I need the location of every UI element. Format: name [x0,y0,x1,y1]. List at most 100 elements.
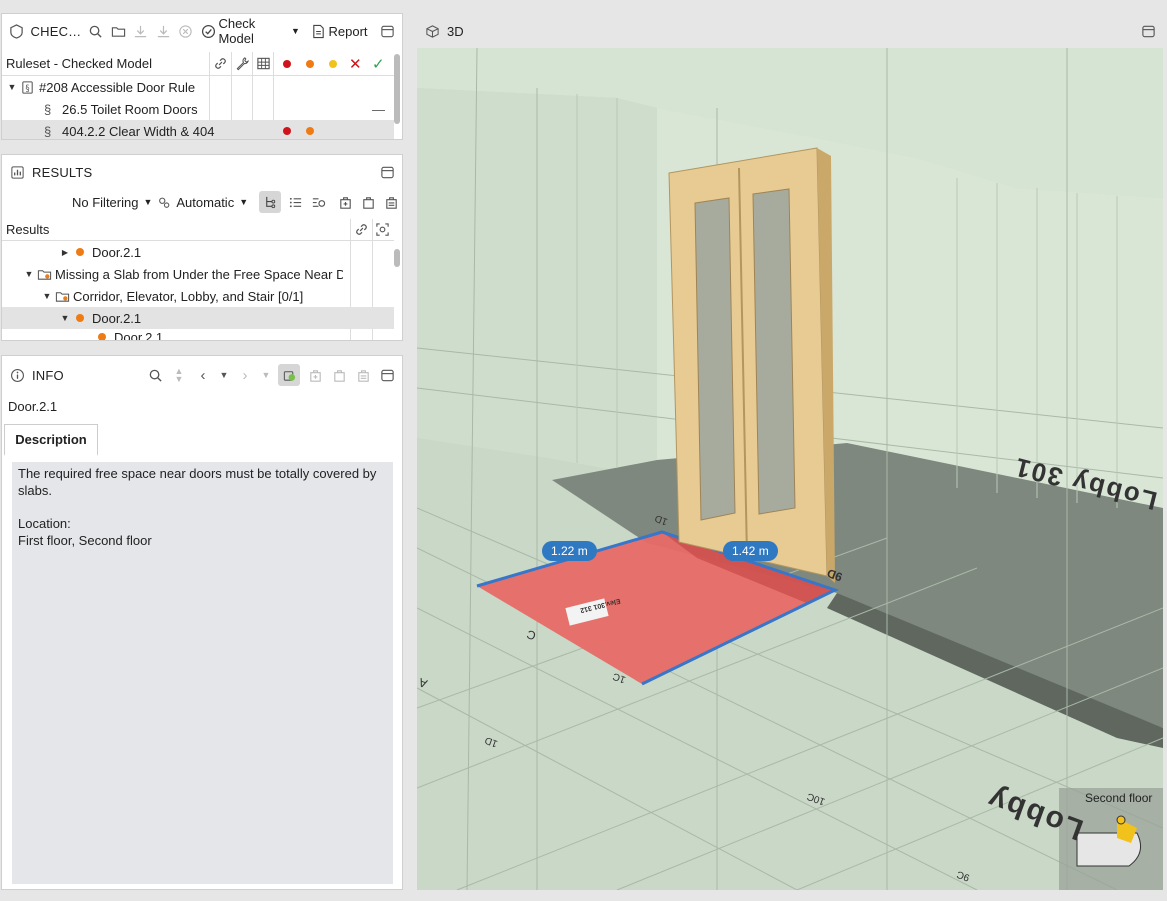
wrench-icon[interactable] [233,55,251,73]
link-icon[interactable] [352,221,370,239]
checker-title: CHEC… [30,23,82,39]
measurement-label: 1.42 m [723,541,778,561]
list-view-icon[interactable] [286,193,304,211]
rule-row[interactable]: ▼ § #208 Accessible Door Rule [2,76,394,98]
checker-panel: CHEC… Check Model ▼ Report Ruleset - Che… [1,13,403,140]
dropdown-icon[interactable]: ▼ [260,366,272,384]
measurement-label: 1.22 m [542,541,597,561]
rule-label: #208 Accessible Door Rule [39,79,196,95]
panel-maximize-icon[interactable] [380,22,397,40]
collapse-arrow-icon[interactable]: ▼ [5,82,19,92]
tab-description[interactable]: Description [4,424,98,456]
expand-arrow-icon[interactable]: ▶ [58,248,72,257]
report-button[interactable]: Report [328,24,367,39]
collapse-arrow-icon[interactable]: ▼ [58,313,72,323]
add-issue-icon[interactable] [306,366,324,384]
table-icon[interactable] [254,55,272,73]
checker-scrollbar[interactable] [394,54,400,124]
info-panel: INFO ▲ ▼ ‹ ▼ › ▼ Door.2.1 Description The… [1,355,403,890]
collapse-arrow-icon[interactable]: ▼ [22,269,36,279]
legend-pass-icon: ✓ [372,55,385,73]
status-orange-dot [98,333,106,340]
search-icon[interactable] [146,366,164,384]
clear-icon[interactable] [177,22,194,40]
result-label: Door.2.1 [92,310,142,326]
minimap-floor-label[interactable]: Second floor [1085,791,1152,805]
results-title: RESULTS [32,164,93,180]
result-row-selected[interactable]: ▼ Door.2.1 [2,307,394,329]
legend-yellow-dot [329,59,337,68]
tree-view-icon[interactable] [259,191,282,213]
description-box: The required free space near doors must … [12,462,393,884]
checker-header: CHEC… Check Model ▼ Report [2,14,402,48]
ruleset-header: Ruleset - Checked Model [6,56,152,71]
result-row[interactable]: ▼ Corridor, Elevator, Lobby, and Stair [… [2,285,394,307]
download-icon[interactable] [132,22,149,40]
status-orange-dot [76,314,84,322]
check-model-dropdown-icon[interactable]: ▼ [291,26,300,36]
result-row[interactable]: ▶ Door.2.1 [2,241,394,263]
filter-dropdown-icon[interactable]: ▼ [143,197,152,207]
issue-folder-icon [54,287,70,305]
location-label: Location: [18,516,71,531]
check-model-icon[interactable] [200,22,217,40]
status-orange-dot [76,248,84,256]
result-row[interactable]: Door.2.1 [2,329,394,340]
results-panel: RESULTS No Filtering ▼ Automatic ▼ Resul… [1,154,403,341]
issue-icon[interactable] [330,366,348,384]
mode-dropdown-icon[interactable]: ▼ [239,197,248,207]
result-label: Missing a Slab from Under the Free Space… [55,266,343,282]
mode-dropdown[interactable]: Automatic [176,195,234,210]
import-icon[interactable] [155,22,172,40]
section-icon: § [44,101,52,117]
issue-icon[interactable] [359,193,377,211]
result-row[interactable]: ▼ Missing a Slab from Under the Free Spa… [2,263,394,285]
svg-text:§: § [25,82,29,92]
collapse-arrow-icon[interactable]: ▼ [40,291,54,301]
result-label: Corridor, Elevator, Lobby, and Stair [0/… [73,288,304,304]
dropdown-icon[interactable]: ▼ [218,366,230,384]
legend-red-dot [283,59,291,68]
add-issue-icon[interactable] [336,193,354,211]
3d-viewport[interactable]: 1.22 m 1.42 m Lobby 301 Lobby Elev.301 3… [417,48,1163,890]
focus-icon[interactable] [373,221,391,239]
filter-dropdown[interactable]: No Filtering [72,195,138,210]
issue-list-icon[interactable] [354,366,372,384]
auto-icon [157,193,171,211]
location-value: First floor, Second floor [18,533,152,548]
folder-icon[interactable] [110,22,127,40]
report-icon[interactable] [310,22,327,40]
viewport-header: 3D [417,14,1163,48]
result-label: Door.2.1 [92,244,142,260]
results-header: RESULTS [2,155,402,189]
rule-mark: — [372,101,385,117]
panel-maximize-icon[interactable] [1139,22,1157,40]
results-icon [8,163,26,181]
check-model-button[interactable]: Check Model [218,16,288,46]
results-column-header: Results [2,219,394,241]
previous-icon[interactable]: ‹ [194,366,212,384]
link-icon[interactable] [211,55,229,73]
info-icon [8,366,26,384]
next-icon[interactable]: › [236,366,254,384]
results-scrollbar[interactable] [394,249,400,267]
rule-label: 404.2.2 Clear Width & 404 [62,123,215,139]
panel-maximize-icon[interactable] [378,366,396,384]
panel-maximize-icon[interactable] [378,163,396,181]
status-red-dot [283,127,291,135]
info-header: INFO ▲ ▼ ‹ ▼ › ▼ [2,356,402,394]
object-name: Door.2.1 [8,399,58,414]
highlight-icon[interactable] [278,364,300,386]
cube-icon [423,22,441,40]
rule-row-selected[interactable]: § 404.2.2 Clear Width & 404 [2,120,394,139]
rule-icon: § [19,78,35,96]
checker-icon [8,22,25,40]
rule-label: 26.5 Toilet Room Doors [62,101,198,117]
sort-icon[interactable]: ▲ ▼ [170,366,188,384]
settings-list-icon[interactable] [309,193,327,211]
search-icon[interactable] [87,22,104,40]
issue-folder-icon [36,265,52,283]
issue-list-icon[interactable] [382,193,400,211]
status-orange-dot [306,127,314,135]
rule-row[interactable]: § 26.5 Toilet Room Doors — [2,98,394,120]
